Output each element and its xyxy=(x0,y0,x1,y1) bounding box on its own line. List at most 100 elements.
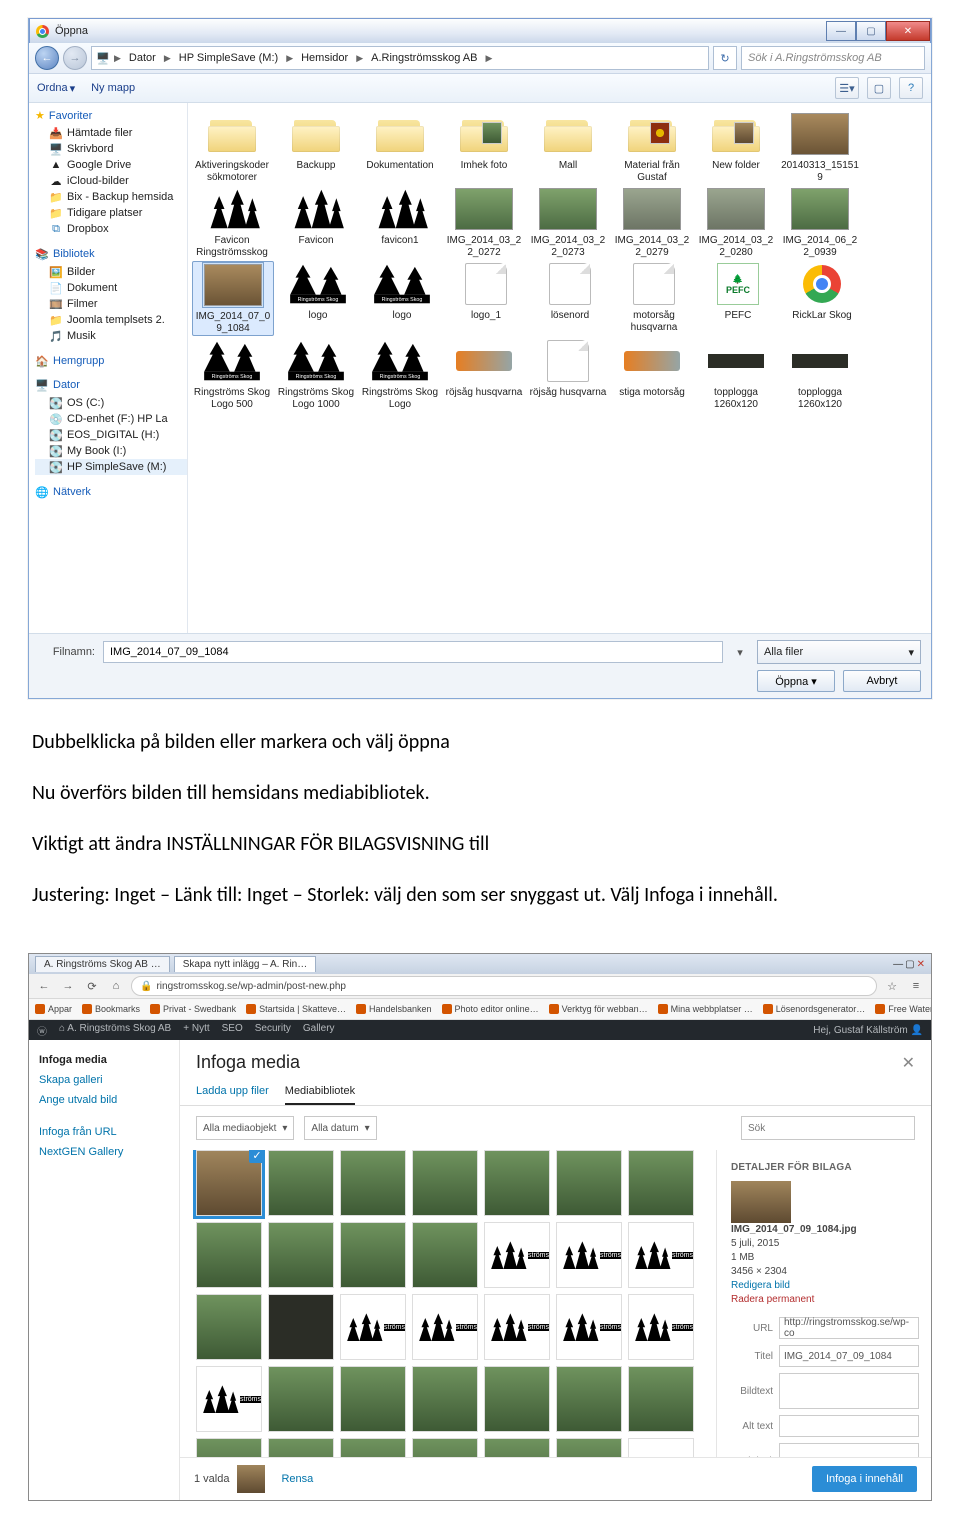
url-bar[interactable]: 🔒 ringstromsskog.se/wp-admin/post-new.ph… xyxy=(131,976,877,996)
field-caption[interactable] xyxy=(779,1373,919,1409)
side-nextgen[interactable]: NextGEN Gallery xyxy=(39,1146,169,1158)
file-item[interactable]: röjsåg husqvarna xyxy=(444,338,524,411)
tree-cd-f[interactable]: 💿CD-enhet (F:) HP La xyxy=(35,411,187,427)
tab-library[interactable]: Mediabibliotek xyxy=(285,1079,355,1105)
file-item[interactable]: RickLar Skog xyxy=(782,261,862,336)
media-item[interactable] xyxy=(556,1366,622,1432)
media-item[interactable]: ströms xyxy=(340,1294,406,1360)
file-item[interactable]: Ringströms SkogRingströms Skog Logo 1000 xyxy=(276,338,356,411)
maximize-button[interactable]: ▢ xyxy=(856,21,886,41)
file-item[interactable]: motorsåg husqvarna xyxy=(614,261,694,336)
title-bar[interactable]: Öppna — ▢ ✕ xyxy=(29,18,931,43)
ab-new[interactable]: + Nytt xyxy=(183,1023,209,1038)
selected-thumb[interactable] xyxy=(237,1465,265,1493)
media-item[interactable] xyxy=(196,1438,262,1457)
browser-star[interactable]: ☆ xyxy=(883,977,901,995)
tree-recent[interactable]: 📁Tidigare platser xyxy=(35,205,187,221)
side-insert-media[interactable]: Infoga media xyxy=(39,1054,169,1066)
media-item[interactable] xyxy=(484,1150,550,1216)
media-item[interactable] xyxy=(340,1438,406,1457)
field-url[interactable]: http://ringstromsskog.se/wp-co xyxy=(779,1317,919,1339)
bookmark-item[interactable]: Mina webbplatser … xyxy=(658,1004,753,1014)
tree-homegroup[interactable]: Hemgrupp xyxy=(53,355,104,367)
folder-item[interactable]: Mall xyxy=(528,111,608,184)
media-item[interactable] xyxy=(268,1222,334,1288)
file-item[interactable]: Favicon xyxy=(276,186,356,259)
bookmarks-bar[interactable]: ApparBookmarksPrivat - SwedbankStartsida… xyxy=(29,999,931,1020)
filter-date[interactable]: Alla datum ▾ xyxy=(304,1116,376,1140)
browser-home[interactable]: ⌂ xyxy=(107,977,125,995)
tree-libraries[interactable]: Bibliotek xyxy=(53,248,95,260)
file-item[interactable]: Ringströms Skoglogo xyxy=(362,261,442,336)
ab-site[interactable]: ⌂ A. Ringströms Skog AB xyxy=(59,1023,171,1038)
cancel-button[interactable]: Avbryt xyxy=(843,670,921,692)
tree-os-c[interactable]: 💽OS (C:) xyxy=(35,395,187,411)
ab-seo[interactable]: SEO xyxy=(222,1023,243,1038)
browser-tab-2[interactable]: Skapa nytt inlägg – A. Rin… xyxy=(174,956,317,972)
media-item[interactable]: ströms xyxy=(628,1222,694,1288)
file-item[interactable]: IMG_2014_03_22_0272 xyxy=(444,186,524,259)
help-button[interactable]: ? xyxy=(899,77,923,99)
media-item[interactable]: ströms xyxy=(484,1222,550,1288)
detail-delete[interactable]: Radera permanent xyxy=(731,1293,919,1307)
refresh-button[interactable]: ↻ xyxy=(713,46,737,70)
folder-item[interactable]: Dokumentation xyxy=(360,111,440,184)
media-item[interactable] xyxy=(268,1366,334,1432)
crumb-current[interactable]: A.Ringströmsskog AB xyxy=(367,50,481,66)
media-item[interactable]: ströms xyxy=(412,1294,478,1360)
breadcrumb[interactable]: 🖥️▶ Dator▶ HP SimpleSave (M:)▶ Hemsidor▶… xyxy=(91,46,709,70)
browser-menu[interactable]: ≡ xyxy=(907,977,925,995)
media-item[interactable] xyxy=(556,1438,622,1457)
bookmark-item[interactable]: Bookmarks xyxy=(82,1004,140,1014)
tree-network[interactable]: Nätverk xyxy=(53,486,91,498)
media-item[interactable]: ströms xyxy=(484,1294,550,1360)
tree-mybook[interactable]: 💽My Book (I:) xyxy=(35,443,187,459)
max-icon[interactable]: ▢ xyxy=(905,959,914,970)
media-item[interactable] xyxy=(196,1222,262,1288)
ab-user[interactable]: Hej, Gustaf Källström 👤 xyxy=(813,1025,923,1036)
filename-dropdown[interactable]: ▾ xyxy=(731,646,749,659)
tree-simplesave[interactable]: 💽HP SimpleSave (M:) xyxy=(35,459,187,475)
file-item[interactable]: IMG_2014_06_22_0939 xyxy=(780,186,860,259)
media-item[interactable] xyxy=(268,1438,334,1457)
tree-music[interactable]: 🎵Musik xyxy=(35,328,187,344)
file-item[interactable]: 🌲PEFCPEFC xyxy=(698,261,778,336)
file-grid[interactable]: Aktiveringskoder sökmotorerBackuppDokume… xyxy=(188,103,931,633)
media-item[interactable] xyxy=(340,1222,406,1288)
tree-gdrive[interactable]: ▲Google Drive xyxy=(35,157,187,173)
tree-documents[interactable]: 📄Dokument xyxy=(35,280,187,296)
media-item[interactable]: ströms xyxy=(628,1438,694,1457)
wp-admin-bar[interactable]: ⓦ ⌂ A. Ringströms Skog AB + Nytt SEO Sec… xyxy=(29,1020,931,1040)
filter-type[interactable]: Alla mediaobjekt ▾ xyxy=(196,1116,294,1140)
file-item[interactable]: stiga motorsåg xyxy=(612,338,692,411)
modal-close[interactable]: ✕ xyxy=(902,1053,915,1073)
tree-bix[interactable]: 📁Bix - Backup hemsida xyxy=(35,189,187,205)
folder-item[interactable]: Backupp xyxy=(276,111,356,184)
file-item[interactable]: Ringströms SkogRingströms Skog Logo 500 xyxy=(192,338,272,411)
file-item[interactable]: lösenord xyxy=(530,261,610,336)
file-item[interactable]: IMG_2014_03_22_0273 xyxy=(528,186,608,259)
bookmark-item[interactable]: Free Watermark. Ad… xyxy=(875,1004,931,1014)
forward-button[interactable]: → xyxy=(63,46,87,70)
file-item[interactable]: Favicon Ringströmsskog xyxy=(192,186,272,259)
bookmark-item[interactable]: Privat - Swedbank xyxy=(150,1004,236,1014)
file-item[interactable]: Ringströms SkogRingströms Skog Logo xyxy=(360,338,440,411)
tree-favorites[interactable]: Favoriter xyxy=(49,110,92,122)
folder-item[interactable]: Aktiveringskoder sökmotorer xyxy=(192,111,272,184)
tree-desktop[interactable]: 🖥️Skrivbord xyxy=(35,141,187,157)
bookmark-item[interactable]: Lösenordsgenerator… xyxy=(763,1004,866,1014)
media-item[interactable]: ströms xyxy=(556,1222,622,1288)
bookmark-item[interactable]: Appar xyxy=(35,1004,72,1014)
media-item[interactable] xyxy=(196,1150,262,1216)
side-create-gallery[interactable]: Skapa galleri xyxy=(39,1074,169,1086)
wp-icon[interactable]: ⓦ xyxy=(37,1023,47,1038)
media-item[interactable] xyxy=(268,1150,334,1216)
side-from-url[interactable]: Infoga från URL xyxy=(39,1126,169,1138)
file-item[interactable]: logo_1 xyxy=(446,261,526,336)
file-item[interactable]: topplogga 1260x120 xyxy=(696,338,776,411)
media-item[interactable] xyxy=(412,1150,478,1216)
media-item[interactable] xyxy=(628,1366,694,1432)
minimize-button[interactable]: — xyxy=(826,21,856,41)
new-folder-button[interactable]: Ny mapp xyxy=(91,82,135,95)
media-item[interactable] xyxy=(412,1438,478,1457)
